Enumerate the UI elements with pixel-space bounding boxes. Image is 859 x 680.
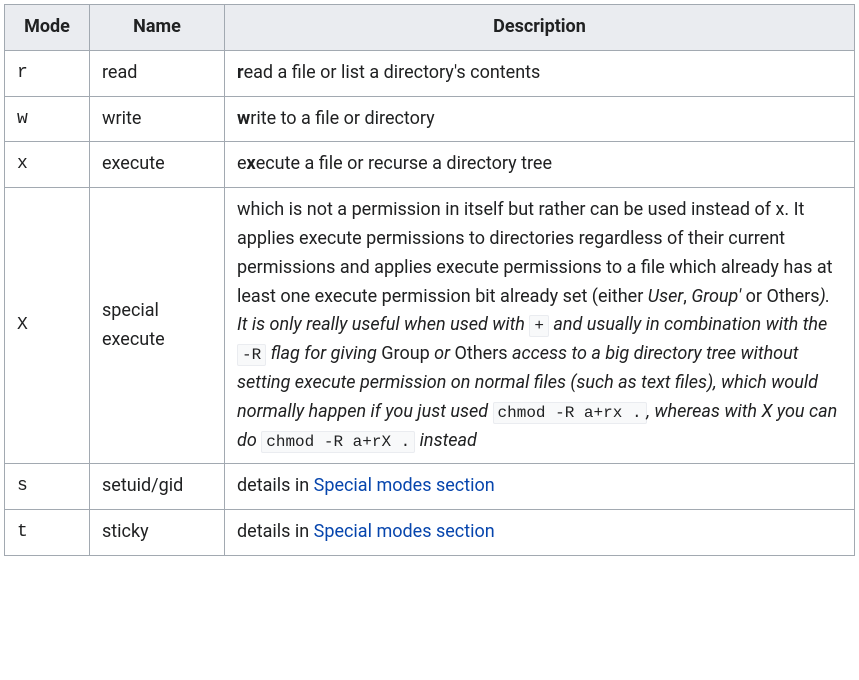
- italic-text: User: [648, 286, 684, 307]
- header-mode: Mode: [5, 5, 90, 51]
- desc-cell: details in Special modes section: [225, 510, 855, 556]
- mode-cell: s: [5, 464, 90, 510]
- mode-cell: x: [5, 142, 90, 188]
- desc-text: Others: [454, 343, 507, 364]
- table-row: s setuid/gid details in Special modes se…: [5, 464, 855, 510]
- table-row: X special execute which is not a permiss…: [5, 188, 855, 464]
- desc-bold: r: [237, 62, 244, 83]
- table-row: x execute execute a file or recurse a di…: [5, 142, 855, 188]
- desc-text: details in: [237, 475, 314, 496]
- table-row: r read read a file or list a directory's…: [5, 50, 855, 96]
- desc-cell: execute a file or recurse a directory tr…: [225, 142, 855, 188]
- italic-text: flag for giving: [266, 343, 381, 364]
- name-cell: special execute: [90, 188, 225, 464]
- mode-cell: t: [5, 510, 90, 556]
- desc-bold: x: [247, 153, 256, 174]
- desc-text: rite to a file or directory: [250, 108, 434, 129]
- desc-bold: w: [237, 108, 250, 129]
- name-cell: setuid/gid: [90, 464, 225, 510]
- desc-text: ead a file or list a directory's content…: [244, 62, 541, 83]
- desc-text: ecute a file or recurse a directory tree: [256, 153, 552, 174]
- code-snippet: -R: [237, 344, 266, 366]
- table-header-row: Mode Name Description: [5, 5, 855, 51]
- desc-text: Group: [381, 343, 429, 364]
- italic-text: or: [430, 343, 455, 364]
- desc-pre: e: [237, 153, 247, 174]
- desc-cell: write to a file or directory: [225, 96, 855, 142]
- italic-text: and usually in combination with the: [549, 314, 827, 335]
- desc-cell: read a file or list a directory's conten…: [225, 50, 855, 96]
- desc-text: details in: [237, 521, 314, 542]
- mode-cell: X: [5, 188, 90, 464]
- italic-text: instead: [415, 430, 477, 451]
- special-modes-link[interactable]: Special modes section: [314, 475, 495, 496]
- table-row: t sticky details in Special modes sectio…: [5, 510, 855, 556]
- modes-table: Mode Name Description r read read a file…: [4, 4, 855, 556]
- name-cell: sticky: [90, 510, 225, 556]
- name-cell: write: [90, 96, 225, 142]
- desc-text: Others: [766, 286, 819, 307]
- table-row: w write write to a file or directory: [5, 96, 855, 142]
- code-snippet: +: [529, 315, 549, 337]
- mode-cell: w: [5, 96, 90, 142]
- code-snippet: chmod -R a+rX .: [261, 431, 415, 453]
- special-modes-link[interactable]: Special modes section: [314, 521, 495, 542]
- desc-text: or: [741, 286, 766, 307]
- name-cell: execute: [90, 142, 225, 188]
- desc-cell: details in Special modes section: [225, 464, 855, 510]
- italic-text: Group': [691, 286, 741, 307]
- header-description: Description: [225, 5, 855, 51]
- name-cell: read: [90, 50, 225, 96]
- header-name: Name: [90, 5, 225, 51]
- code-snippet: chmod -R a+rx .: [493, 402, 647, 424]
- desc-cell: which is not a permission in itself but …: [225, 188, 855, 464]
- mode-cell: r: [5, 50, 90, 96]
